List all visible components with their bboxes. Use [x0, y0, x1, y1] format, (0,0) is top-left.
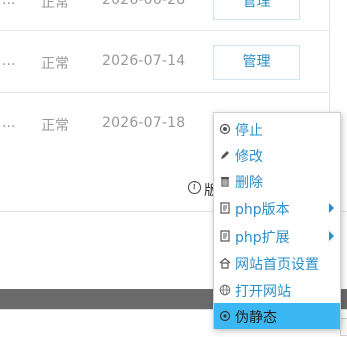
manage-button[interactable]: 管理 [213, 0, 300, 20]
menu-item-php-extension[interactable]: php扩展 [214, 223, 340, 249]
php-version-icon [219, 202, 231, 214]
info-icon: i [188, 181, 201, 194]
php-extension-icon [219, 230, 231, 242]
globe-icon [219, 284, 231, 296]
menu-item-php-version[interactable]: php版本 [214, 195, 340, 221]
menu-item-delete[interactable]: 删除 [214, 168, 340, 194]
menu-item-label: 修改 [235, 149, 263, 165]
row-status: 正常 [41, 118, 69, 134]
submenu-arrow-icon [329, 203, 334, 213]
manage-button[interactable]: 管理 [213, 45, 300, 80]
trash-icon [219, 175, 231, 187]
menu-item-label: php扩展 [235, 230, 290, 246]
rewrite-icon [219, 310, 231, 322]
pencil-icon [219, 149, 231, 161]
home-icon [219, 257, 231, 269]
row-status: 正常 [41, 0, 69, 11]
menu-item-label: 打开网站 [235, 284, 291, 300]
menu-item-label: 网站首页设置 [235, 257, 319, 273]
table-row: ... 正常 2026-07-14 管理 [0, 31, 330, 93]
row-expire-date: 2026-06-28 [102, 0, 186, 8]
row-expire-date: 2026-07-14 [102, 53, 186, 69]
footer-edge-control[interactable] [340, 318, 347, 336]
row-truncated-text: ... [2, 115, 16, 131]
row-status: 正常 [41, 56, 69, 72]
submenu-arrow-icon [329, 231, 334, 241]
menu-item-label: 伪静态 [235, 310, 277, 326]
menu-item-label: 删除 [235, 175, 263, 191]
row-expire-date: 2026-07-18 [102, 115, 186, 131]
menu-item-homepage-settings[interactable]: 网站首页设置 [214, 250, 340, 276]
menu-item-edit[interactable]: 修改 [214, 142, 340, 168]
menu-item-rewrite[interactable]: 伪静态 [214, 303, 340, 329]
context-menu: 停止 修改 删除 php版本 php扩展 网站首页设置 打开网站 伪静态 [213, 112, 341, 329]
menu-item-open-site[interactable]: 打开网站 [214, 277, 340, 303]
row-truncated-text: ... [2, 0, 16, 8]
menu-item-stop[interactable]: 停止 [214, 116, 340, 142]
menu-item-label: php版本 [235, 202, 290, 218]
table-row: ... 正常 2026-06-28 管理 [0, 0, 330, 31]
stop-icon [219, 123, 231, 135]
menu-item-label: 停止 [235, 123, 263, 139]
row-truncated-text: ... [2, 53, 16, 69]
